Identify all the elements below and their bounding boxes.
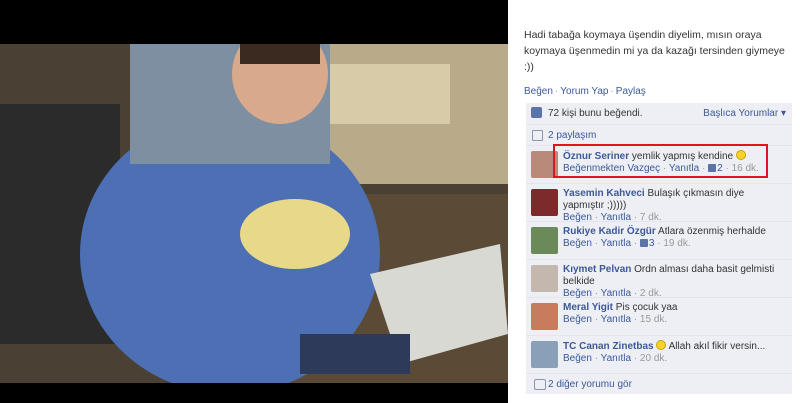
commenter-name[interactable]: TC Canan Zinetbas <box>563 341 654 352</box>
like-link[interactable]: Beğen <box>563 238 592 249</box>
shares-count[interactable]: 2 paylaşım <box>548 130 596 141</box>
thumbs-up-icon <box>531 107 542 118</box>
avatar[interactable] <box>531 303 558 330</box>
comment-body: Meral Yigit Pis çocuk yaa Beğen · Yanıtl… <box>563 302 786 326</box>
shares-row: 2 paylaşım <box>526 125 792 146</box>
comment-text: Atlara özenmiş herhalde <box>658 226 766 237</box>
smile-emoji-icon <box>656 340 667 350</box>
post-actions: Beğen · Yorum Yap · Paylaş <box>524 86 646 97</box>
reply-link[interactable]: Yanıtla <box>601 353 631 364</box>
comment-body: Kıymet Pelvan Ordn alması daha basit gel… <box>563 264 786 300</box>
highlight-box <box>553 144 768 178</box>
comment-body: Rukiye Kadir Özgür Atlara özenmiş herhal… <box>563 226 786 250</box>
avatar[interactable] <box>531 227 558 254</box>
comment-like-count[interactable]: 3 <box>649 238 655 249</box>
reply-link[interactable]: Yanıtla <box>601 238 631 249</box>
comment-bubble-icon <box>534 379 546 390</box>
avatar[interactable] <box>531 341 558 368</box>
comments-sidebar: Hadi tabağa koymaya üşendin diyelim, mıs… <box>508 0 800 403</box>
comment-link[interactable]: Yorum Yap <box>560 86 608 97</box>
like-count-icon <box>639 239 648 247</box>
post-photo[interactable] <box>0 44 508 383</box>
avatar[interactable] <box>531 265 558 292</box>
photo-viewer <box>0 0 508 403</box>
comment-meta: Beğen · Yanıtla · 20 dk. <box>563 353 668 364</box>
comment-item: Kıymet Pelvan Ordn alması daha basit gel… <box>526 260 792 300</box>
commenter-name[interactable]: Meral Yigit <box>563 302 613 313</box>
comment-text: Allah akıl fikir versin... <box>668 341 766 352</box>
reply-link[interactable]: Yanıtla <box>601 314 631 325</box>
commenter-name[interactable]: Kıymet Pelvan <box>563 264 631 275</box>
comment-meta: Beğen · Yanıtla · 15 dk. <box>563 314 668 325</box>
likes-count[interactable]: 72 kişi bunu beğendi. <box>548 108 643 119</box>
commenter-name[interactable]: Rukiye Kadir Özgür <box>563 226 656 237</box>
sort-comments-dropdown[interactable]: Başlıca Yorumlar ▾ <box>703 108 786 119</box>
comment-item: Meral Yigit Pis çocuk yaa Beğen · Yanıtl… <box>526 298 792 336</box>
comment-time[interactable]: 15 dk. <box>640 314 667 325</box>
comment-item: Yasemin Kahveci Bulaşık çıkmasın diye ya… <box>526 184 792 224</box>
likes-row: 72 kişi bunu beğendi. Başlıca Yorumlar ▾ <box>526 103 792 125</box>
comment-time[interactable]: 20 dk. <box>640 353 667 364</box>
share-link[interactable]: Paylaş <box>616 86 646 97</box>
comment-item: TC Canan Zinetbas Allah akıl fikir versi… <box>526 336 792 374</box>
share-icon <box>532 130 543 141</box>
comment-body: TC Canan Zinetbas Allah akıl fikir versi… <box>563 340 786 365</box>
comment-item: Rukiye Kadir Özgür Atlara özenmiş herhal… <box>526 222 792 260</box>
post-caption: Hadi tabağa koymaya üşendin diyelim, mıs… <box>524 29 785 73</box>
commenter-name[interactable]: Yasemin Kahveci <box>563 188 645 199</box>
like-link[interactable]: Beğen <box>524 86 553 97</box>
photo-illustration <box>0 44 508 383</box>
comment-body: Yasemin Kahveci Bulaşık çıkmasın diye ya… <box>563 188 786 224</box>
more-comments-row: 2 diğer yorumu gör <box>526 374 792 394</box>
view-more-comments-link[interactable]: 2 diğer yorumu gör <box>548 379 632 390</box>
like-link[interactable]: Beğen <box>563 353 592 364</box>
like-link[interactable]: Beğen <box>563 314 592 325</box>
avatar[interactable] <box>531 189 558 216</box>
comment-time[interactable]: 19 dk. <box>663 238 690 249</box>
comment-meta: Beğen · Yanıtla · 3 · 19 dk. <box>563 238 691 249</box>
comment-text: Pis çocuk yaa <box>615 302 678 313</box>
